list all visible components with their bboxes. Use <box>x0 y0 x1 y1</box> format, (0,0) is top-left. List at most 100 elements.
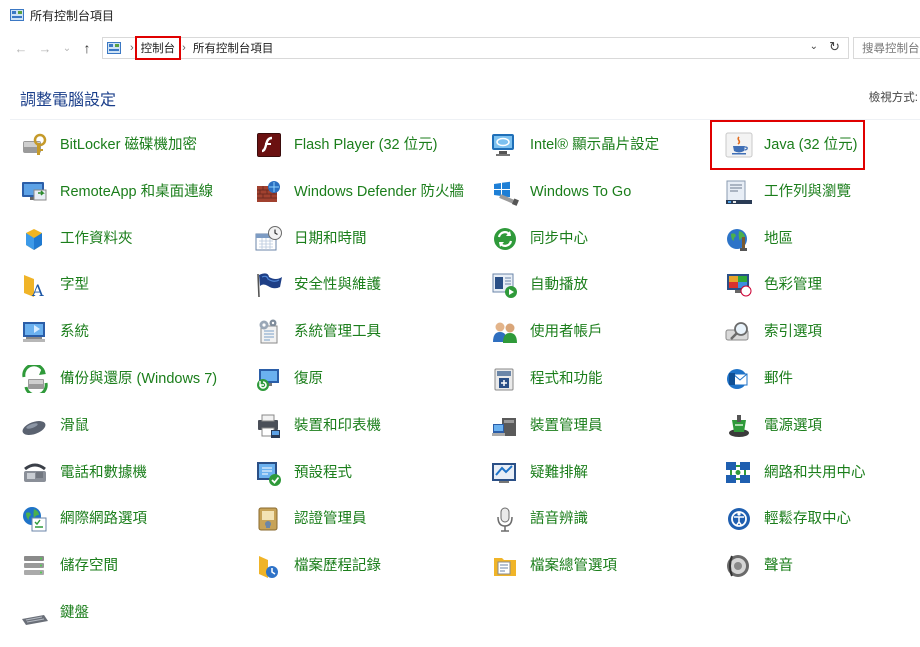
control-panel-item[interactable]: 預設程式 <box>252 450 352 496</box>
control-panel-item[interactable]: 復原 <box>252 356 323 402</box>
control-panel-item[interactable]: 系統 <box>18 309 89 355</box>
control-panel-item[interactable]: 檔案總管選項 <box>488 543 617 589</box>
item-label: 裝置和印表機 <box>294 417 381 434</box>
network-icon <box>722 458 756 488</box>
control-panel-item[interactable]: 疑難排解 <box>488 450 588 496</box>
programs-icon <box>488 364 522 394</box>
control-panel-item[interactable]: 儲存空間 <box>18 543 118 589</box>
item-label: 使用者帳戶 <box>530 324 603 341</box>
item-label: 鍵盤 <box>60 605 89 621</box>
autoplay-icon <box>488 270 522 300</box>
svg-text:A: A <box>31 281 44 299</box>
forward-button[interactable]: → <box>36 37 54 59</box>
explorer-options-icon <box>488 551 522 581</box>
control-panel-item[interactable]: 滑鼠 <box>18 403 89 449</box>
refresh-icon[interactable]: ↻ <box>829 39 840 55</box>
phone-modem-icon <box>18 458 52 488</box>
mail-icon <box>722 364 756 394</box>
control-panel-item[interactable]: 電源選項 <box>722 403 822 449</box>
control-panel-item[interactable]: A 字型 <box>18 262 89 308</box>
taskbar-icon <box>722 177 756 207</box>
item-label: 同步中心 <box>530 230 588 247</box>
view-by-label[interactable]: 檢視方式: <box>869 89 918 105</box>
control-panel-item[interactable]: Java (32 位元) <box>709 120 866 170</box>
control-panel-item[interactable]: Windows Defender 防火牆 <box>252 169 466 215</box>
control-panel-item[interactable]: 安全性與維護 <box>252 262 381 308</box>
control-panel-item[interactable]: Flash Player (32 位元) <box>252 122 437 168</box>
microphone-icon <box>488 504 522 534</box>
control-panel-item[interactable]: 工作列與瀏覽 <box>722 169 851 215</box>
item-label: Flash Player (32 位元) <box>294 137 438 153</box>
item-label: BitLocker 磁碟機加密 <box>60 137 197 153</box>
window-title: 所有控制台項目 <box>30 8 115 23</box>
control-panel-item[interactable]: 裝置管理員 <box>488 403 603 449</box>
control-panel-icon <box>10 9 24 21</box>
up-button[interactable]: ↑ <box>78 37 96 59</box>
system-icon <box>18 317 52 347</box>
ease-of-access-icon <box>722 504 756 534</box>
remoteapp-icon <box>18 177 52 207</box>
security-flag-icon <box>252 270 286 300</box>
control-panel-item[interactable]: 語音辨識 <box>488 496 588 542</box>
control-panel-item[interactable]: 郵件 <box>722 356 793 402</box>
control-panel-item[interactable]: 系統管理工具 <box>252 309 381 355</box>
java-icon <box>722 130 756 160</box>
intel-graphics-icon <box>488 130 522 160</box>
recent-locations-button[interactable]: ⌄ <box>58 37 76 59</box>
control-panel-item[interactable]: Intel® 顯示晶片設定 <box>488 122 659 168</box>
control-panel-item[interactable]: 電話和數據機 <box>18 450 147 496</box>
control-panel-item[interactable]: 網路和共用中心 <box>722 450 866 496</box>
breadcrumb-all-items[interactable]: 所有控制台項目 <box>191 40 276 56</box>
item-label: 輕鬆存取中心 <box>764 511 851 528</box>
item-label: 索引選項 <box>764 324 822 341</box>
back-button[interactable]: ← <box>12 37 30 59</box>
item-label: 系統管理工具 <box>294 324 381 341</box>
item-label: 儲存空間 <box>60 558 118 575</box>
control-panel-item[interactable]: 聲音 <box>722 543 793 589</box>
control-panel-item[interactable]: 工作資料夾 <box>18 216 133 262</box>
breadcrumb-control-panel[interactable]: 控制台 <box>134 36 182 60</box>
control-panel-item[interactable]: 認證管理員 <box>252 496 367 542</box>
control-panel-item[interactable]: 檔案歷程記錄 <box>252 543 381 589</box>
item-label: 電源選項 <box>764 417 822 434</box>
control-panel-item[interactable]: 同步中心 <box>488 216 588 262</box>
item-label: 認證管理員 <box>294 511 367 528</box>
power-icon <box>722 411 756 441</box>
breadcrumb-separator: › <box>182 42 186 54</box>
item-label: 日期和時間 <box>294 230 367 247</box>
item-label: Intel® 顯示晶片設定 <box>530 137 660 153</box>
control-panel-item[interactable]: BitLocker 磁碟機加密 <box>18 122 197 168</box>
item-label: 檔案總管選項 <box>530 558 617 575</box>
address-bar[interactable]: › 控制台 › 所有控制台項目 ⌄ ↻ <box>102 36 849 60</box>
item-label: Java (32 位元) <box>764 137 858 153</box>
item-label: 自動播放 <box>530 277 588 294</box>
item-label: 字型 <box>60 277 89 294</box>
item-label: 疑難排解 <box>530 464 588 481</box>
item-label: 程式和功能 <box>530 371 603 387</box>
control-panel-item[interactable]: 鍵盤 <box>18 590 89 636</box>
control-panel-item[interactable]: 備份與還原 (Windows 7) <box>18 356 217 402</box>
control-panel-item[interactable]: 程式和功能 <box>488 356 603 402</box>
item-label: 系統 <box>60 324 89 341</box>
control-panel-item[interactable]: 使用者帳戶 <box>488 309 603 355</box>
item-label: 網路和共用中心 <box>764 464 866 481</box>
control-panel-item[interactable]: 自動播放 <box>488 262 588 308</box>
control-panel-item[interactable]: 網際網路選項 <box>18 496 147 542</box>
control-panel-item[interactable]: 輕鬆存取中心 <box>722 496 851 542</box>
item-label: Windows To Go <box>530 183 632 200</box>
item-label: 地區 <box>764 230 793 247</box>
control-panel-item[interactable]: 索引選項 <box>722 309 822 355</box>
control-panel-item[interactable]: 地區 <box>722 216 793 262</box>
item-label: 滑鼠 <box>60 417 89 434</box>
control-panel-item[interactable]: Windows To Go <box>488 169 631 215</box>
search-input[interactable]: 搜尋控制台 <box>853 37 920 59</box>
item-label: 安全性與維護 <box>294 277 381 294</box>
control-panel-item[interactable]: RemoteApp 和桌面連線 <box>18 169 213 215</box>
control-panel-item[interactable]: 色彩管理 <box>722 262 822 308</box>
default-programs-icon <box>252 458 286 488</box>
address-dropdown-icon[interactable]: ⌄ <box>810 41 818 52</box>
printer-icon <box>252 411 286 441</box>
item-label: 工作列與瀏覽 <box>764 183 851 200</box>
control-panel-item[interactable]: 日期和時間 <box>252 216 367 262</box>
control-panel-item[interactable]: 裝置和印表機 <box>252 403 381 449</box>
